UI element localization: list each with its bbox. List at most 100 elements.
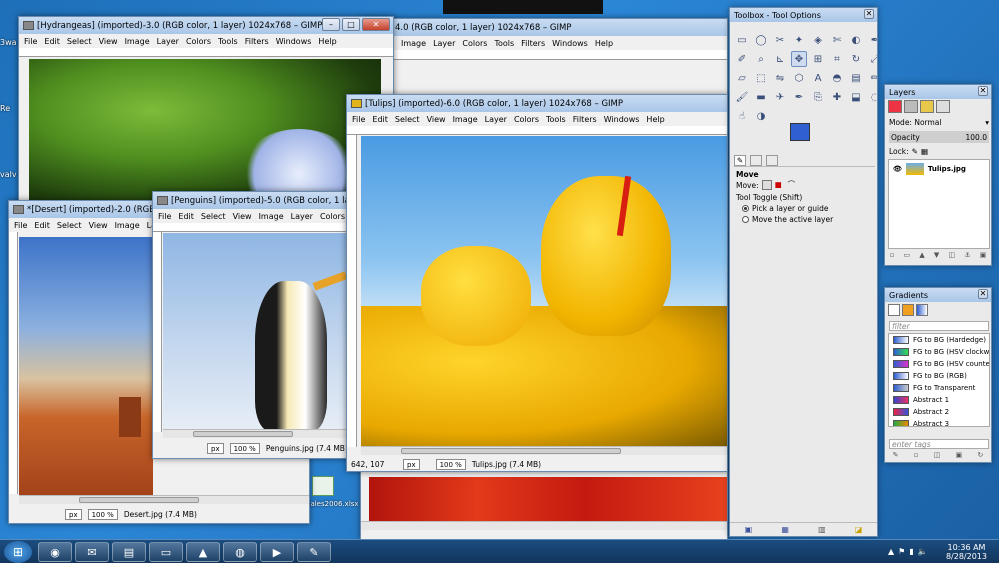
heal-tool-icon[interactable]: ✚ <box>829 89 845 105</box>
sticky-notes-taskbar-button[interactable]: ▭ <box>149 542 183 562</box>
smudge-tool-icon[interactable]: ☝ <box>734 108 750 124</box>
chevron-down-icon[interactable]: ▾ <box>985 118 989 127</box>
excel-file-label[interactable]: Sales2006.xlsx <box>306 500 359 508</box>
menu-item[interactable]: Select <box>67 37 92 46</box>
brush-icon[interactable]: ✎ <box>912 147 918 156</box>
restore-options-icon[interactable]: ▦ <box>781 525 789 534</box>
network-icon[interactable]: ▮ <box>909 547 913 556</box>
move-tool-icon[interactable]: ✥ <box>791 51 807 67</box>
window-titlebar[interactable]: [Penguins] (imported)-5.0 (RGB color, 1 … <box>153 192 347 209</box>
menu-item[interactable]: Select <box>57 221 82 230</box>
menu-item[interactable]: Image <box>453 115 478 124</box>
fuzzy-select-tool-icon[interactable]: ✦ <box>791 32 807 48</box>
blend-tool-icon[interactable]: ▤ <box>848 70 864 86</box>
edit-gradient-icon[interactable]: ✎ <box>893 451 899 462</box>
close-icon[interactable]: ✕ <box>864 9 874 19</box>
menu-item[interactable]: Image <box>115 221 140 230</box>
maximize-button[interactable]: □ <box>342 18 360 31</box>
gradient-item[interactable]: Abstract 1 <box>889 394 989 406</box>
duplicate-icon[interactable]: ◫ <box>949 251 956 263</box>
menu-item[interactable]: Colors <box>462 39 487 48</box>
rect-select-tool-icon[interactable]: ▭ <box>734 32 750 48</box>
menu-item[interactable]: Windows <box>552 39 588 48</box>
align-tool-icon[interactable]: ⊞ <box>810 51 826 67</box>
menu-item[interactable]: Edit <box>34 221 50 230</box>
history-tab-icon[interactable] <box>936 100 950 113</box>
layer-name[interactable]: Tulips.jpg <box>928 165 966 173</box>
airbrush-tool-icon[interactable]: ✈ <box>772 89 788 105</box>
menu-item[interactable]: Help <box>318 37 336 46</box>
zoom-select[interactable]: 100 % <box>229 442 260 454</box>
media-taskbar-button[interactable]: ▶ <box>260 542 294 562</box>
free-select-tool-icon[interactable]: ✂ <box>772 32 788 48</box>
gimp-window-penguins[interactable]: [Penguins] (imported)-5.0 (RGB color, 1 … <box>152 191 348 459</box>
gimp-window-hydrangeas[interactable]: [Hydrangeas] (imported)-3.0 (RGB color, … <box>18 16 394 206</box>
menu-item[interactable]: Image <box>259 212 284 221</box>
gradient-item[interactable]: FG to BG (Hardedge) <box>889 334 989 346</box>
menu-item[interactable]: Help <box>595 39 613 48</box>
menu-item[interactable]: File <box>158 212 171 221</box>
perspective-tool-icon[interactable]: ⬚ <box>753 70 769 86</box>
save-options-icon[interactable]: ▣ <box>745 525 753 534</box>
menu-item[interactable]: Select <box>395 115 420 124</box>
layer-row[interactable]: 👁 Tulips.jpg <box>889 162 989 176</box>
menu-item[interactable]: View <box>427 115 446 124</box>
menu-item[interactable]: Tools <box>494 39 514 48</box>
menu-item[interactable]: Tools <box>546 115 566 124</box>
matlab-taskbar-button[interactable]: ▲ <box>186 542 220 562</box>
menu-item[interactable]: Edit <box>372 115 388 124</box>
color-picker-tool-icon[interactable]: ✐ <box>734 51 750 67</box>
image-canvas-flowers[interactable] <box>369 477 727 521</box>
blur-tool-icon[interactable]: ◌ <box>867 89 877 105</box>
dock-titlebar[interactable]: Gradients ✕ <box>885 288 991 302</box>
crop-tool-icon[interactable]: ⌗ <box>829 51 845 67</box>
move-layer-icon[interactable] <box>761 180 772 190</box>
eye-icon[interactable]: 👁 <box>893 165 902 173</box>
menu-item[interactable]: Image <box>125 37 150 46</box>
menu-item[interactable]: View <box>99 37 118 46</box>
perspective-clone-tool-icon[interactable]: ⬓ <box>848 89 864 105</box>
menu-item[interactable]: View <box>89 221 108 230</box>
delete-gradient-icon[interactable]: ▣ <box>956 451 963 462</box>
menu-item[interactable]: Layer <box>433 39 455 48</box>
menu-item[interactable]: Layer <box>157 37 179 46</box>
minimize-button[interactable]: – <box>322 18 340 31</box>
channels-tab-icon[interactable] <box>904 100 918 113</box>
unit-select[interactable]: px <box>65 508 82 520</box>
unit-select[interactable]: px <box>207 442 224 454</box>
clone-tool-icon[interactable]: ⎘ <box>810 89 826 105</box>
menu-item[interactable]: Layer <box>291 212 313 221</box>
flip-tool-icon[interactable]: ⇋ <box>772 70 788 86</box>
dodge-burn-tool-icon[interactable]: ◑ <box>753 108 769 124</box>
paintbrush-tool-icon[interactable]: 🖌 <box>734 89 750 105</box>
zoom-select[interactable]: 100 % <box>87 508 118 520</box>
scissors-tool-icon[interactable]: ✄ <box>829 32 845 48</box>
new-group-icon[interactable]: ▭ <box>904 251 911 263</box>
lower-icon[interactable]: ▼ <box>934 251 939 263</box>
image-canvas-penguins[interactable] <box>163 233 347 429</box>
menu-item[interactable]: Windows <box>604 115 640 124</box>
horizontal-scrollbar[interactable] <box>361 446 727 455</box>
radio-unselected[interactable] <box>742 216 749 223</box>
move-path-icon[interactable]: ⌒ <box>788 180 798 190</box>
device-status-icon[interactable] <box>750 155 762 166</box>
ellipse-select-tool-icon[interactable]: ◯ <box>753 32 769 48</box>
reset-options-icon[interactable]: ◪ <box>855 525 863 534</box>
menu-item[interactable]: Colors <box>320 212 345 221</box>
menu-item[interactable]: File <box>24 37 37 46</box>
gradient-item[interactable]: Abstract 2 <box>889 406 989 418</box>
tags-input[interactable]: enter tags <box>889 439 989 449</box>
tray-arrow-icon[interactable]: ▲ <box>888 547 894 556</box>
menu-item[interactable]: Windows <box>276 37 312 46</box>
filter-input[interactable]: filter <box>889 321 989 331</box>
scale-tool-icon[interactable]: ⤢ <box>867 51 877 67</box>
dock-titlebar[interactable]: Toolbox - Tool Options ✕ <box>730 8 877 22</box>
window-titlebar[interactable]: [Hydrangeas] (imported)-3.0 (RGB color, … <box>19 17 393 34</box>
menu-item[interactable]: View <box>233 212 252 221</box>
rotate-tool-icon[interactable]: ↻ <box>848 51 864 67</box>
checker-icon[interactable]: ▦ <box>921 147 928 156</box>
menu-item[interactable]: Filters <box>573 115 597 124</box>
image-canvas-desert[interactable] <box>19 237 153 495</box>
menu-item[interactable]: File <box>14 221 27 230</box>
foreground-color-swatch[interactable] <box>790 123 810 141</box>
